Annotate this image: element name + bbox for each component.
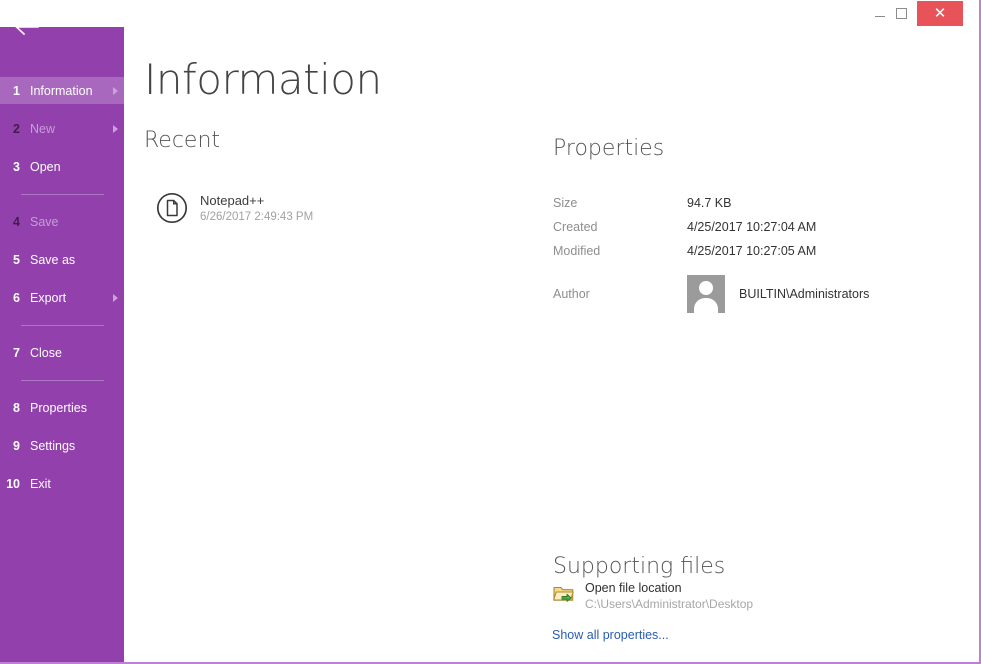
sidebar-item-label: Properties [30,400,87,415]
sidebar-item-label: Close [30,345,62,360]
recent-list-item[interactable]: Notepad++ 6/26/2017 2:49:43 PM [156,186,436,230]
property-label: Size [553,196,578,210]
property-label: Created [553,220,598,234]
title-bar: ✕ [0,0,979,27]
supporting-files-heading: Supporting files [553,554,726,579]
open-file-location-label: Open file location [585,581,682,595]
open-file-location-item[interactable]: Open file location C:\Users\Administrato… [553,580,883,612]
sidebar-item-number: 1 [13,83,20,98]
property-value: 94.7 KB [687,196,732,210]
sidebar-item-label: Information [30,83,93,98]
chevron-right-icon [110,293,124,302]
sidebar-item-number: 8 [13,400,20,415]
avatar [687,275,725,313]
maximize-icon [896,8,907,19]
sidebar-item-number: 2 [13,121,20,136]
page-title: Information [144,55,382,104]
recent-heading: Recent [144,128,221,153]
sidebar-item-number: 6 [13,290,20,305]
show-all-properties-link[interactable]: Show all properties... [552,628,669,642]
sidebar-item-save-as[interactable]: 5 Save as [0,246,124,273]
sidebar: 1 Information 2 New 3 Open 4 Save 5 Save… [0,0,124,662]
sidebar-item-label: Save [30,214,59,229]
property-value: 4/25/2017 10:27:05 AM [687,244,817,258]
application-window: ✕ 1 Information 2 New 3 Open 4 Save 5 Sa… [0,0,981,664]
table-row: Created 4/25/2017 10:27:04 AM [553,215,953,239]
sidebar-item-label: Open [30,159,61,174]
table-row-author: Author BUILTIN\Administrators [553,273,953,315]
sidebar-item-label: Export [30,290,67,305]
sidebar-item-new[interactable]: 2 New [0,115,124,142]
sidebar-item-number: 10 [6,476,20,491]
author-value: BUILTIN\Administrators [739,287,870,301]
sidebar-item-information[interactable]: 1 Information [0,77,124,104]
sidebar-divider [21,380,104,381]
sidebar-item-save[interactable]: 4 Save [0,208,124,235]
sidebar-item-label: Settings [30,438,76,453]
sidebar-item-number: 3 [13,159,20,174]
sidebar-item-number: 9 [13,438,20,453]
sidebar-item-settings[interactable]: 9 Settings [0,432,124,459]
properties-table: Size 94.7 KB Created 4/25/2017 10:27:04 … [553,191,953,315]
open-folder-icon [553,580,583,604]
sidebar-divider [21,325,104,326]
main-content: Information Recent Notepad++ 6/26/2017 2… [124,0,979,662]
sidebar-item-close[interactable]: 7 Close [0,339,124,366]
table-row: Size 94.7 KB [553,191,953,215]
recent-item-date: 6/26/2017 2:49:43 PM [200,210,314,223]
sidebar-item-number: 5 [13,252,20,267]
sidebar-item-label: New [30,121,56,136]
close-button[interactable]: ✕ [917,1,963,26]
properties-heading: Properties [553,136,665,161]
sidebar-item-export[interactable]: 6 Export [0,284,124,311]
open-file-location-path: C:\Users\Administrator\Desktop [585,597,754,611]
property-label: Author [553,287,590,301]
close-icon: ✕ [933,4,947,22]
sidebar-item-label: Save as [30,252,76,267]
maximize-button[interactable] [884,0,919,27]
sidebar-item-properties[interactable]: 8 Properties [0,394,124,421]
property-label: Modified [553,244,601,258]
avatar-body [694,298,718,313]
table-row: Modified 4/25/2017 10:27:05 AM [553,239,953,263]
sidebar-item-number: 4 [13,214,20,229]
property-value: 4/25/2017 10:27:04 AM [687,220,817,234]
sidebar-item-open[interactable]: 3 Open [0,153,124,180]
sidebar-item-label: Exit [30,476,51,491]
sidebar-item-number: 7 [13,345,20,360]
sidebar-divider [21,194,104,195]
sidebar-item-exit[interactable]: 10 Exit [0,470,124,497]
document-icon [156,192,196,224]
minimize-icon [874,16,885,17]
chevron-right-icon [110,86,124,95]
avatar-head [699,281,713,295]
recent-item-name: Notepad++ [200,192,265,208]
chevron-right-icon [110,124,124,133]
